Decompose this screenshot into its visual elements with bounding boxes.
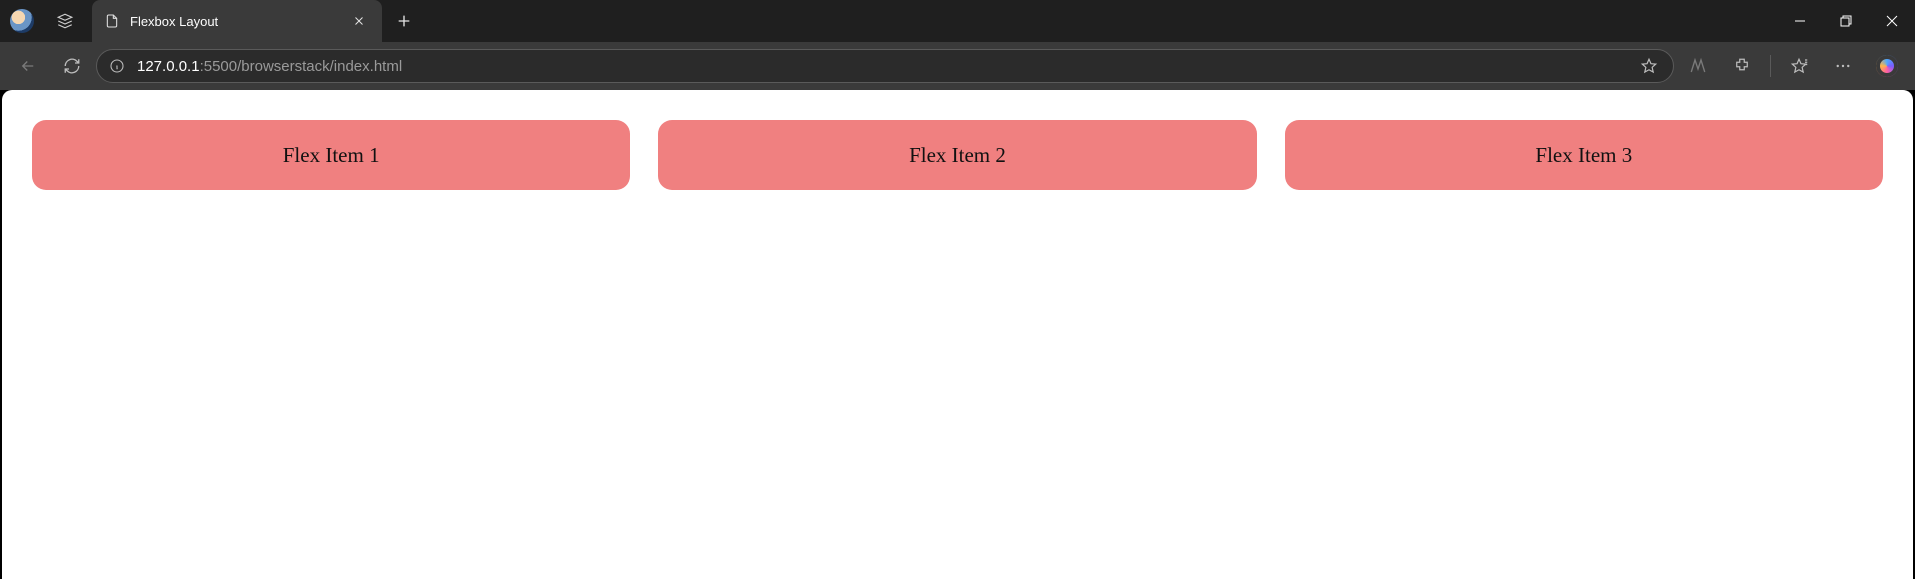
page-icon xyxy=(104,13,120,29)
workspaces-icon[interactable] xyxy=(46,0,84,42)
extensions-icon[interactable] xyxy=(1722,46,1762,86)
flex-item-label: Flex Item 3 xyxy=(1535,143,1632,168)
flex-item: Flex Item 1 xyxy=(32,120,630,190)
page-viewport: Flex Item 1 Flex Item 2 Flex Item 3 xyxy=(2,90,1913,579)
profile-avatar[interactable] xyxy=(10,9,34,33)
browser-tab[interactable]: Flexbox Layout xyxy=(92,0,382,42)
address-bar[interactable]: 127.0.0.1:5500/browserstack/index.html xyxy=(96,49,1674,83)
flex-item: Flex Item 2 xyxy=(658,120,1256,190)
tab-title: Flexbox Layout xyxy=(130,14,336,29)
toolbar-divider xyxy=(1770,55,1771,77)
title-bar-left: Flexbox Layout xyxy=(0,0,422,42)
nav-back-button[interactable] xyxy=(8,46,48,86)
site-info-icon[interactable] xyxy=(107,56,127,76)
brand-logo-icon[interactable] xyxy=(1678,46,1718,86)
window-close-button[interactable] xyxy=(1869,0,1915,42)
nav-refresh-button[interactable] xyxy=(52,46,92,86)
window-controls xyxy=(1777,0,1915,42)
flex-container: Flex Item 1 Flex Item 2 Flex Item 3 xyxy=(2,90,1913,220)
tab-close-button[interactable] xyxy=(346,8,372,34)
copilot-button[interactable] xyxy=(1867,46,1907,86)
title-bar-drag-area[interactable] xyxy=(422,0,1777,42)
favorite-star-icon[interactable] xyxy=(1635,52,1663,80)
flex-item: Flex Item 3 xyxy=(1285,120,1883,190)
address-url: 127.0.0.1:5500/browserstack/index.html xyxy=(137,58,402,75)
window-restore-button[interactable] xyxy=(1823,0,1869,42)
title-bar: Flexbox Layout xyxy=(0,0,1915,42)
address-host: 127.0.0.1 xyxy=(137,58,200,75)
flex-item-label: Flex Item 2 xyxy=(909,143,1006,168)
browser-toolbar: 127.0.0.1:5500/browserstack/index.html xyxy=(0,42,1915,90)
collections-icon[interactable] xyxy=(1779,46,1819,86)
address-path: :5500/browserstack/index.html xyxy=(200,58,403,75)
settings-more-icon[interactable] xyxy=(1823,46,1863,86)
copilot-icon xyxy=(1876,55,1898,77)
new-tab-button[interactable] xyxy=(386,0,422,42)
window-minimize-button[interactable] xyxy=(1777,0,1823,42)
flex-item-label: Flex Item 1 xyxy=(283,143,380,168)
